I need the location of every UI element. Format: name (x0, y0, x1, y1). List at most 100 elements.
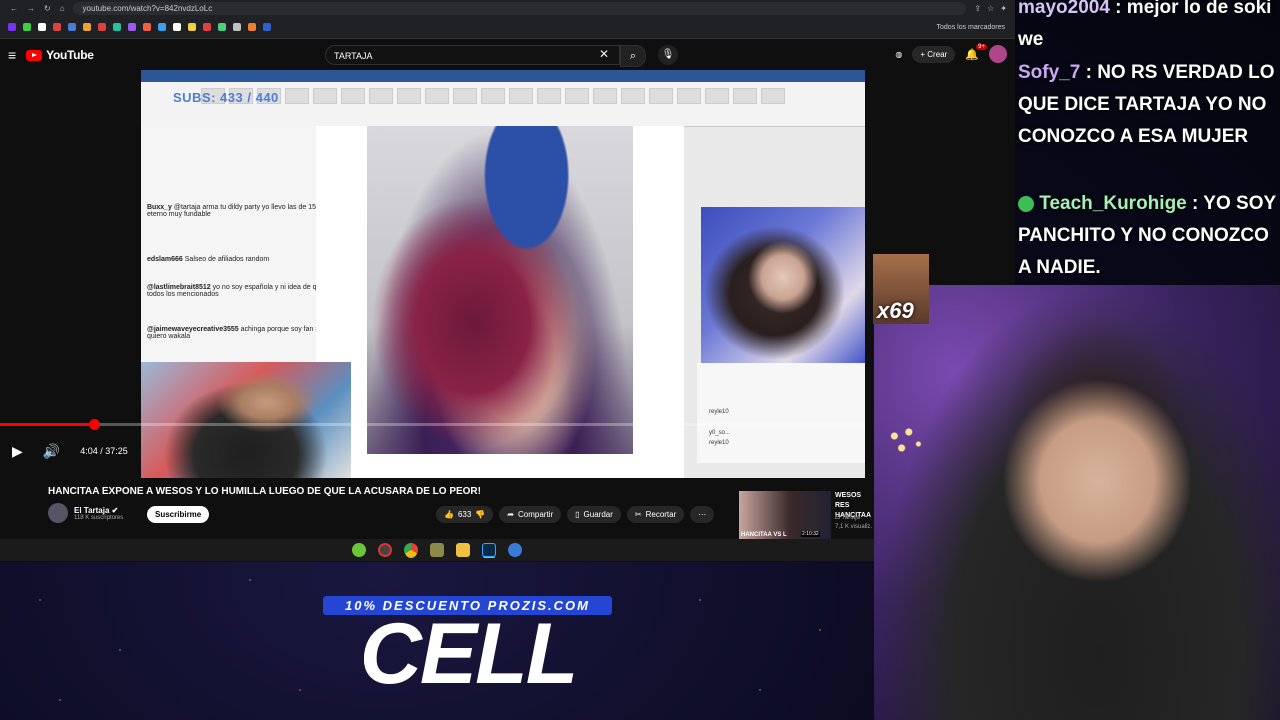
ribbon-button (705, 88, 729, 104)
app-icon[interactable] (508, 543, 522, 557)
subscribe-button[interactable]: Suscribirme (147, 506, 210, 523)
chat-username: mayo2004 (1018, 0, 1110, 18)
badge-icon (1018, 195, 1034, 212)
cam-chat-user: y0_so... (709, 430, 731, 436)
youtube-logo[interactable]: YouTube (26, 48, 94, 62)
search-button[interactable]: ⌕ (620, 45, 646, 67)
bookmark-icon[interactable] (248, 23, 256, 31)
bookmark-icon[interactable] (113, 23, 121, 31)
microphone-icon: 🎙 (661, 49, 675, 60)
url-field[interactable]: youtube.com/watch?v=842nvdzLoLc (72, 1, 967, 15)
bookmark-icon[interactable] (158, 23, 166, 31)
notifications-button[interactable]: 🔔 9+ (965, 43, 987, 61)
inner-chat-text: @tartaja arma tu dildy party yo llevo la… (147, 204, 343, 218)
fairy-lights (880, 420, 928, 460)
recommended-meta: El Tartaja 7,1 K visualiz. (835, 514, 875, 532)
chat-username: Sofy_7 (1018, 62, 1081, 83)
channel-avatar[interactable] (48, 503, 68, 523)
subscriber-count: 118 K suscriptores (74, 514, 124, 521)
video-player[interactable]: SUBS: 433 / 440 Buxx_y @tartaja arma tu … (141, 70, 865, 478)
bookmark-icon[interactable] (53, 23, 61, 31)
bookmark-icon[interactable] (233, 23, 241, 31)
reload-icon[interactable]: ↻ (44, 4, 51, 13)
bookmark-icon[interactable] (263, 23, 271, 31)
thumbs-down-icon[interactable]: 👎 (475, 510, 485, 519)
app-icon[interactable] (430, 543, 444, 557)
notification-badge: 9+ (976, 43, 987, 50)
word-titlebar (141, 70, 865, 82)
chat-message: Teach_Kurohige : YO SOY PANCHITO Y NO CO… (1018, 193, 1276, 278)
cam-chat-user: reyle10 (709, 409, 729, 415)
ribbon-button (369, 88, 393, 104)
bookmark-icon[interactable] (173, 23, 181, 31)
bookmark-icon[interactable] (128, 23, 136, 31)
like-count: 633 (457, 510, 472, 519)
bookmark-icon[interactable] (83, 23, 91, 31)
channel-name[interactable]: El Tartaja (74, 506, 109, 515)
bookmark-icon[interactable] (23, 23, 31, 31)
search-input[interactable]: TARTAJA (325, 45, 620, 65)
bookmark-icon[interactable] (218, 23, 226, 31)
ribbon-button (509, 88, 533, 104)
bookmarks-bar: Todos los marcadores (0, 16, 1015, 39)
recommended-duration: 2:10:32 (801, 531, 820, 537)
chrome-icon[interactable] (404, 543, 418, 557)
more-actions-button[interactable]: ⋯ (690, 506, 715, 523)
photoshop-icon[interactable] (482, 543, 496, 557)
avatar[interactable] (989, 45, 1007, 63)
share-button[interactable]: ➦ Compartir (499, 506, 562, 523)
android-icon[interactable] (352, 543, 366, 557)
bookmark-star-icon[interactable]: ☆ (987, 4, 994, 13)
recommended-thumb-text: HANCITAA VS L (741, 532, 787, 538)
clear-search-icon[interactable]: ✕ (599, 47, 609, 61)
bookmark-icon[interactable] (143, 23, 151, 31)
clip-button[interactable]: ✂ Recortar (626, 506, 685, 523)
inner-chat-user: @jaimewaveyecreative3555 (147, 326, 239, 333)
bookmark-icon[interactable] (98, 23, 106, 31)
inner-chat-text: Salseo de afiliados random (184, 256, 270, 263)
cast-icon[interactable]: ◍ (895, 50, 902, 59)
sponsor-code: CELL (359, 606, 579, 702)
bookmark-icon[interactable] (188, 23, 196, 31)
recommended-channel: El Tartaja (835, 515, 860, 521)
ribbon-button (649, 88, 673, 104)
progress-scrubber[interactable] (89, 419, 101, 430)
all-bookmarks-link[interactable]: Todos los marcadores (937, 24, 1015, 31)
bookmark-icon[interactable] (68, 23, 76, 31)
bookmark-icon[interactable] (203, 23, 211, 31)
inner-chat-user: Buxx_y (147, 204, 172, 211)
back-icon[interactable]: ← (10, 4, 18, 13)
bookmark-icon[interactable] (8, 23, 16, 31)
time-display: 4:04 / 37:25 (80, 446, 128, 456)
ribbon-button (341, 88, 365, 104)
volume-icon[interactable]: 🔊 (43, 443, 60, 460)
voice-search-button[interactable]: 🎙 (658, 45, 678, 65)
ribbon-button (593, 88, 617, 104)
streamer-webcam (874, 285, 1280, 720)
ribbon-button (481, 88, 505, 104)
bookmark-icon: ▯ (575, 510, 580, 519)
create-label: Crear (927, 49, 948, 59)
extensions-icon[interactable]: ✦ (1000, 4, 1007, 13)
bookmark-icon[interactable] (38, 23, 46, 31)
home-icon[interactable]: ⌂ (60, 4, 65, 13)
forward-icon[interactable]: → (27, 4, 35, 13)
channel-info: El Tartaja ✔ 118 K suscriptores (48, 503, 123, 523)
save-button[interactable]: ▯ Guardar (567, 506, 621, 523)
emote-multiplier: x69 (877, 298, 914, 323)
clip-label: Recortar (645, 510, 677, 519)
folder-icon[interactable] (456, 543, 470, 557)
play-icon[interactable]: ▶ (12, 443, 23, 460)
selfie-photo (367, 126, 633, 454)
share-arrow-icon: ➦ (507, 510, 514, 519)
ribbon-button (537, 88, 561, 104)
menu-icon[interactable]: ≡ (8, 47, 16, 63)
like-button[interactable]: 👍 633 👎 (436, 506, 494, 523)
obs-icon[interactable] (378, 543, 392, 557)
video-progress-bar[interactable] (0, 419, 865, 430)
browser-window: ← → ↻ ⌂ youtube.com/watch?v=842nvdzLoLc … (0, 0, 1015, 562)
share-icon[interactable]: ⇪ (974, 4, 981, 13)
create-button[interactable]: + Crear (912, 45, 956, 63)
ribbon-button (425, 88, 449, 104)
cam-chat-user: reyle10 (709, 440, 729, 446)
